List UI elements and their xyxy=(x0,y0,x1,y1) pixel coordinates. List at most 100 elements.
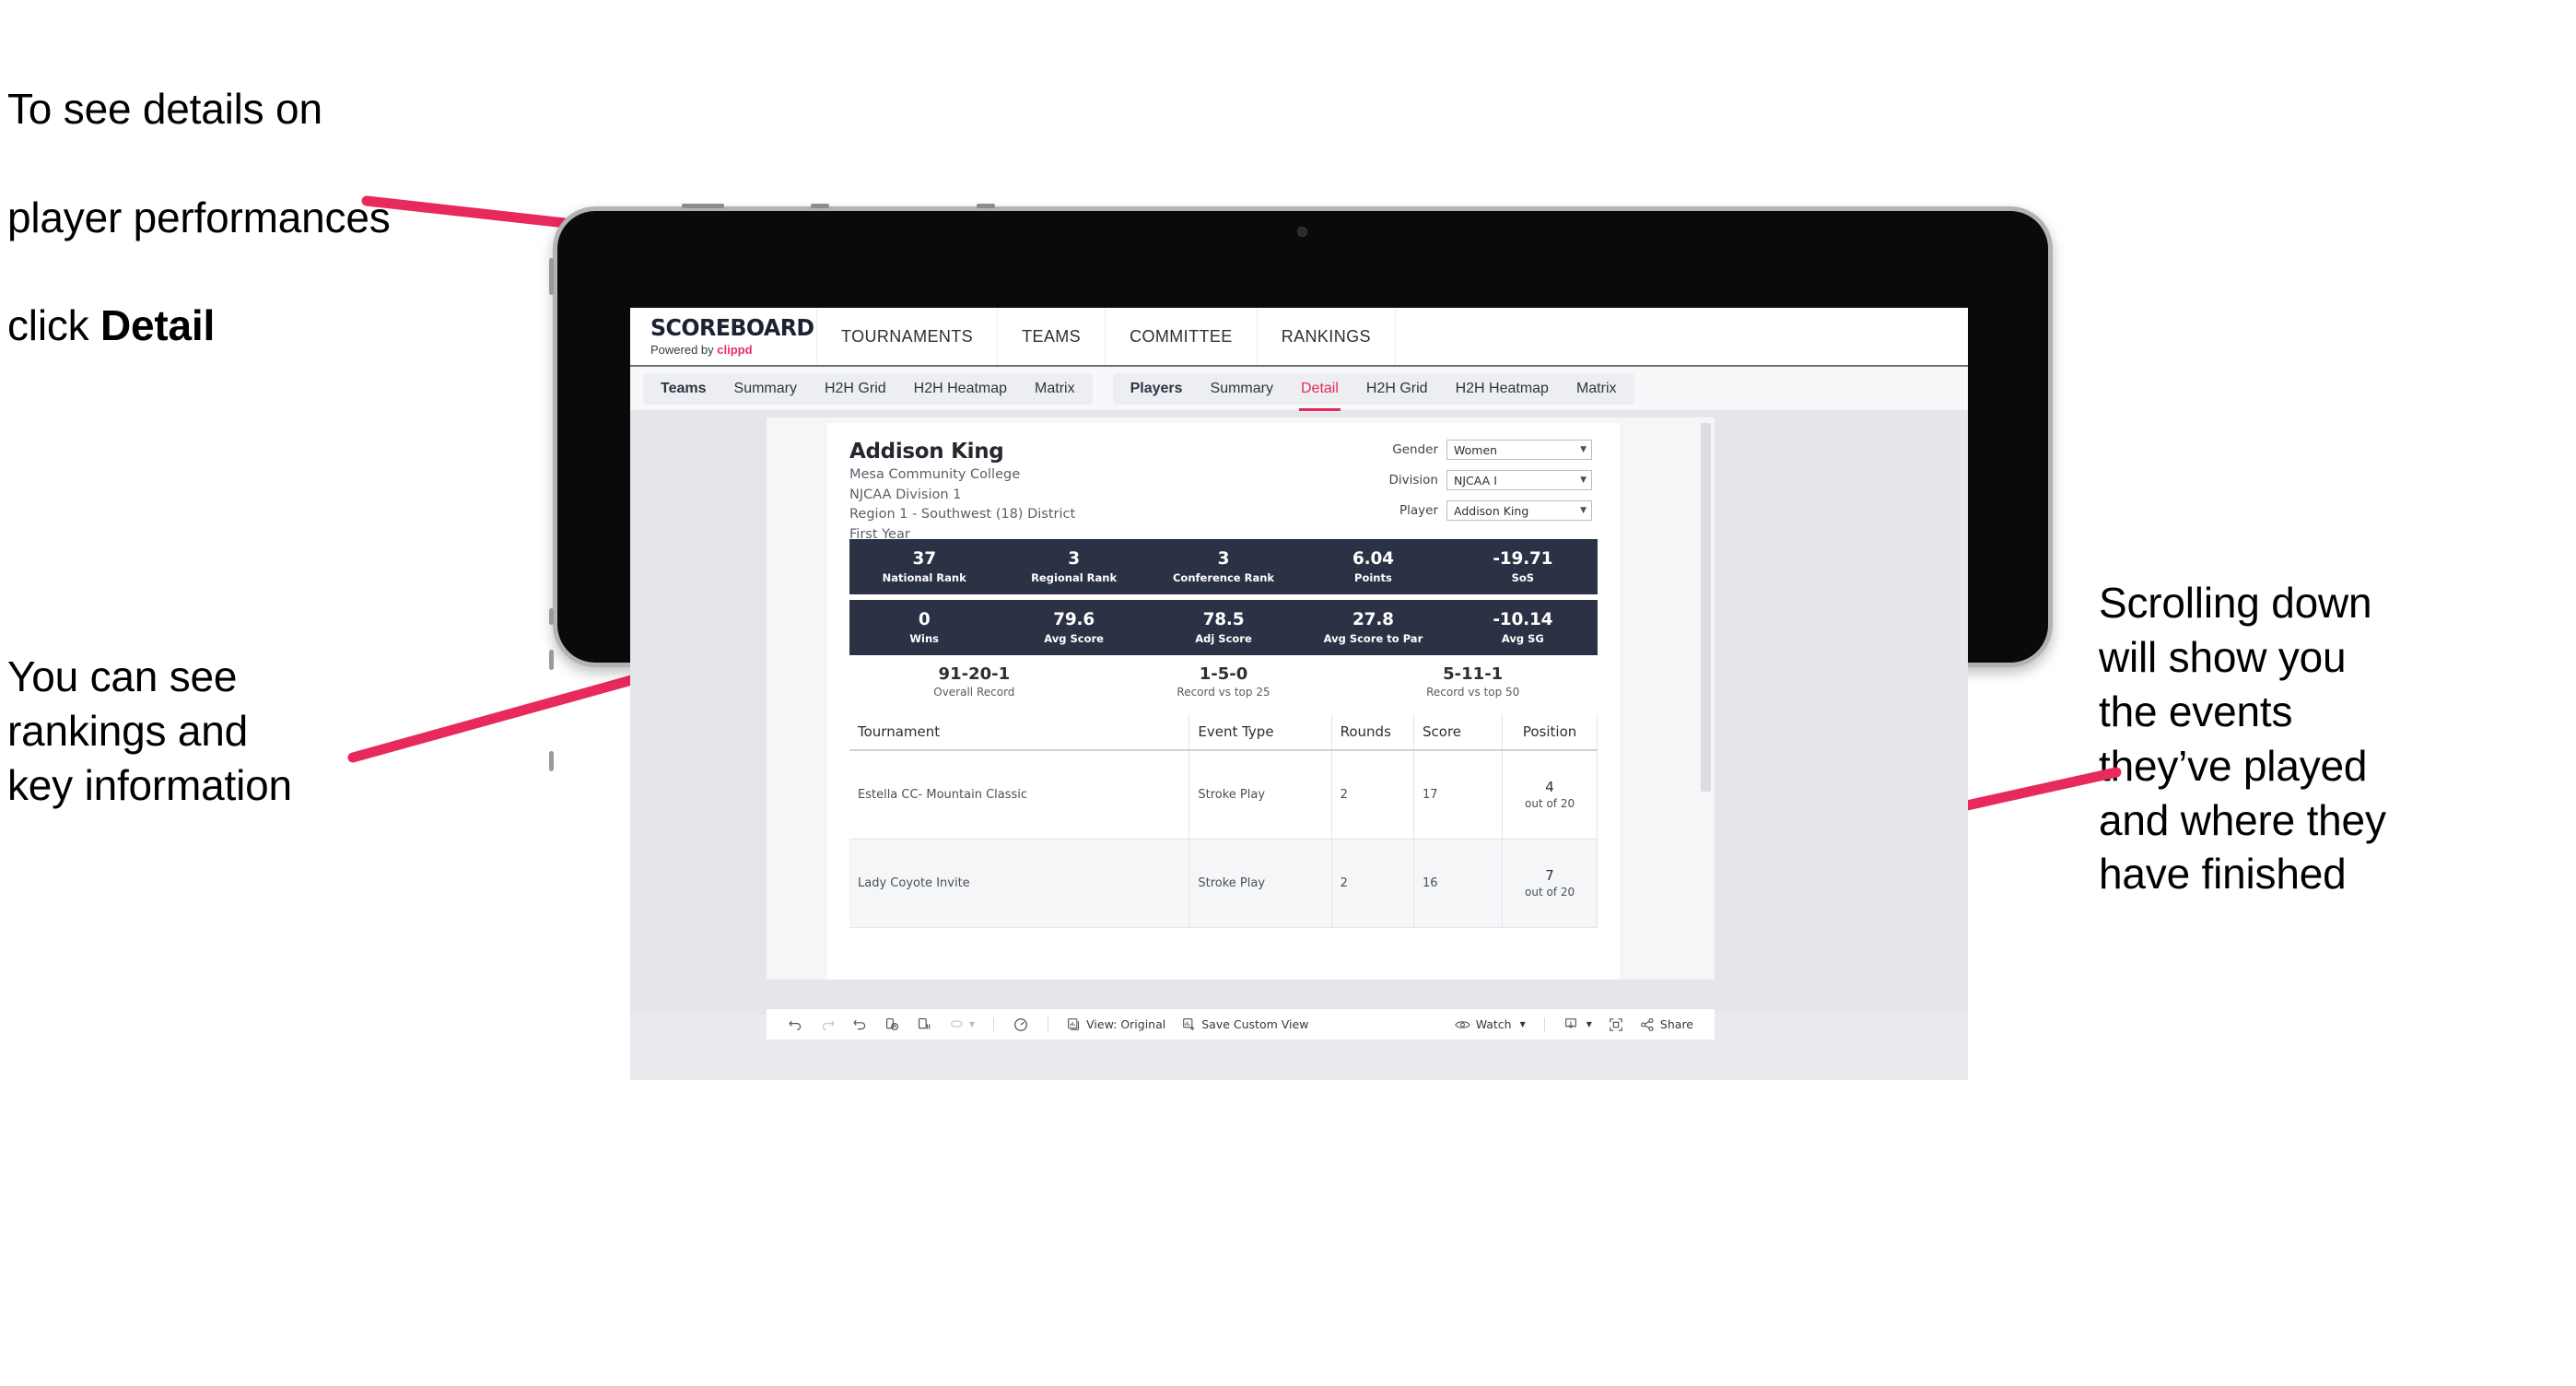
subnav-item-teams-h2h-heatmap[interactable]: H2H Heatmap xyxy=(900,373,1021,405)
dashboard-canvas: Addison King Mesa Community College NJCA… xyxy=(630,412,1968,1014)
stat-national-rank: 37 National Rank xyxy=(849,549,999,584)
annotation-detail-line3-prefix: click xyxy=(7,301,101,350)
column-header-rounds[interactable]: Rounds xyxy=(1330,714,1415,751)
filter-label-gender: Gender xyxy=(1392,442,1438,457)
logo-powered-text: Powered by xyxy=(650,343,718,357)
nav-item-rankings[interactable]: RANKINGS xyxy=(1258,308,1396,365)
tablet-mic xyxy=(977,204,995,208)
cell-rounds: 2 xyxy=(1330,749,1415,840)
player-region: Region 1 - Southwest (18) District xyxy=(849,507,1076,523)
column-header-score[interactable]: Score xyxy=(1413,714,1504,751)
chevron-down-icon: ▼ xyxy=(1580,475,1587,485)
filter-label-division: Division xyxy=(1388,473,1439,487)
pause-refresh-icon[interactable] xyxy=(1013,1016,1029,1033)
vertical-scrollbar-track[interactable] xyxy=(1701,419,1713,978)
cell-tournament: Lady Coyote Invite xyxy=(849,838,1190,928)
record-label: Record vs top 50 xyxy=(1426,686,1520,699)
nav-item-committee[interactable]: COMMITTEE xyxy=(1106,308,1258,365)
gender-select[interactable]: Women ▼ xyxy=(1446,440,1592,460)
download-button[interactable]: ▼ xyxy=(1563,1017,1592,1032)
position-number: 7 xyxy=(1545,867,1554,884)
table-row[interactable]: Estella CC- Mountain Classic Stroke Play… xyxy=(849,749,1598,840)
watch-label: Watch xyxy=(1475,1017,1512,1031)
vertical-scrollbar-thumb[interactable] xyxy=(1701,423,1711,792)
tablet-sensor xyxy=(811,204,829,208)
fullscreen-icon[interactable] xyxy=(1609,1017,1623,1032)
annotation-detail-line3: click Detail xyxy=(7,299,597,353)
position-outof: out of 20 xyxy=(1525,886,1575,899)
subnav-item-teams-summary[interactable]: Summary xyxy=(720,373,811,405)
stat-value: 3 xyxy=(1068,549,1080,569)
stat-label: Adj Score xyxy=(1195,632,1252,645)
redo-icon xyxy=(820,1016,836,1032)
player-detail-card: Addison King Mesa Community College NJCA… xyxy=(827,423,1620,980)
chevron-down-icon[interactable]: ▼ xyxy=(969,1020,975,1028)
stat-label: Avg Score to Par xyxy=(1323,632,1423,645)
chevron-down-icon[interactable]: ▼ xyxy=(1520,1020,1526,1028)
column-header-position[interactable]: Position xyxy=(1502,714,1598,751)
player-select-value: Addison King xyxy=(1454,503,1529,518)
stat-label: Wins xyxy=(909,632,940,645)
watch-button[interactable]: Watch ▼ xyxy=(1454,1017,1526,1031)
chevron-down-icon: ▼ xyxy=(1580,505,1587,515)
subnav-item-players-summary[interactable]: Summary xyxy=(1197,373,1287,405)
stat-points: 6.04 Points xyxy=(1298,549,1447,584)
record-value: 1-5-0 xyxy=(1199,664,1248,684)
logo-subtitle: Powered by clippd xyxy=(650,343,816,357)
player-division: NJCAA Division 1 xyxy=(849,487,962,502)
tablet-volume-up-button xyxy=(549,608,554,625)
stat-value: -10.14 xyxy=(1493,610,1553,629)
tablet-side-port xyxy=(549,751,554,771)
app-header: SCOREBOARD Powered by clippd TOURNAMENTS… xyxy=(630,308,1968,367)
column-header-tournament[interactable]: Tournament xyxy=(849,714,1190,751)
stat-label: Regional Rank xyxy=(1031,571,1118,584)
table-row[interactable]: Lady Coyote Invite Stroke Play 2 16 7 ou… xyxy=(849,838,1598,928)
filter-row-player: Player Addison King ▼ xyxy=(1334,500,1592,521)
chevron-down-icon[interactable]: ▼ xyxy=(1587,1020,1592,1028)
player-school: Mesa Community College xyxy=(849,467,1021,482)
dashboard-sheet: Addison King Mesa Community College NJCA… xyxy=(767,417,1715,980)
division-select-value: NJCAA I xyxy=(1454,473,1497,487)
column-header-event-type[interactable]: Event Type xyxy=(1188,714,1332,751)
record-vs-top-50: 5-11-1 Record vs top 50 xyxy=(1348,664,1598,699)
subnav-item-players-h2h-heatmap[interactable]: H2H Heatmap xyxy=(1442,373,1563,405)
refresh-data-icon[interactable] xyxy=(884,1016,900,1032)
save-custom-view-label: Save Custom View xyxy=(1201,1017,1309,1031)
view-original-button[interactable]: View: Original xyxy=(1067,1017,1165,1031)
player-select[interactable]: Addison King ▼ xyxy=(1446,500,1592,521)
stat-avg-score: 79.6 Avg Score xyxy=(999,610,1148,645)
dashboard-toolbar: ▼ View: Original Save Custom View Watch … xyxy=(767,1008,1715,1040)
filter-label-player: Player xyxy=(1399,503,1438,518)
toolbar-divider xyxy=(993,1016,995,1032)
subnav-item-players-matrix[interactable]: Matrix xyxy=(1563,373,1631,405)
record-vs-top-25: 1-5-0 Record vs top 25 xyxy=(1099,664,1349,699)
subnav-item-players-detail[interactable]: Detail xyxy=(1287,373,1352,411)
nav-item-teams[interactable]: TEAMS xyxy=(998,308,1107,365)
top-navigation: TOURNAMENTS TEAMS COMMITTEE RANKINGS xyxy=(817,308,1396,365)
record-label: Record vs top 25 xyxy=(1177,686,1270,699)
share-button[interactable]: Share xyxy=(1640,1017,1693,1032)
stat-label: SoS xyxy=(1511,571,1535,584)
stat-label: Conference Rank xyxy=(1172,571,1275,584)
division-select[interactable]: NJCAA I ▼ xyxy=(1446,470,1592,490)
filter-row-gender: Gender Women ▼ xyxy=(1334,440,1592,460)
player-header: Addison King Mesa Community College NJCA… xyxy=(849,440,1075,543)
subnav-item-players[interactable]: Players xyxy=(1117,373,1197,405)
undo-icon[interactable] xyxy=(788,1016,803,1032)
subnav-item-players-h2h-grid[interactable]: H2H Grid xyxy=(1352,373,1442,405)
pause-data-icon[interactable] xyxy=(917,1016,932,1032)
subnav-item-teams-h2h-grid[interactable]: H2H Grid xyxy=(811,373,900,405)
table-header-row: Tournament Event Type Rounds Score Posit… xyxy=(849,714,1598,751)
sub-navigation: Teams Summary H2H Grid H2H Heatmap Matri… xyxy=(630,367,1968,411)
stat-avg-score-to-par: 27.8 Avg Score to Par xyxy=(1298,610,1447,645)
subnav-item-teams-matrix[interactable]: Matrix xyxy=(1021,373,1089,405)
nav-item-tournaments[interactable]: TOURNAMENTS xyxy=(817,308,999,365)
save-custom-view-button[interactable]: Save Custom View xyxy=(1182,1017,1308,1031)
stat-label: National Rank xyxy=(882,571,966,584)
filter-panel: Gender Women ▼ Division NJCAA I ▼ Player… xyxy=(1334,440,1592,531)
subnav-item-teams[interactable]: Teams xyxy=(647,373,720,405)
revert-icon[interactable] xyxy=(852,1016,868,1032)
app-logo[interactable]: SCOREBOARD Powered by clippd xyxy=(630,308,817,365)
toolbar-divider xyxy=(1543,1016,1545,1032)
share-label: Share xyxy=(1659,1017,1693,1031)
